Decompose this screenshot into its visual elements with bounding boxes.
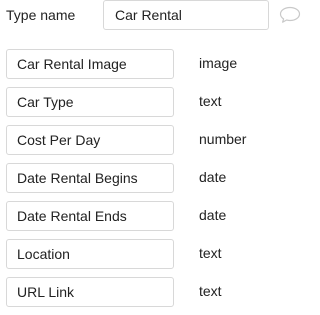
- field-type-label: text: [199, 283, 222, 299]
- type-name-label: Type name: [6, 7, 76, 23]
- field-name-input[interactable]: Cost Per Day: [6, 125, 174, 155]
- field-type-label: date: [199, 207, 227, 223]
- field-list: Car Rental Image image Car Type text Cos…: [0, 49, 310, 315]
- field-type-label: date: [199, 169, 227, 185]
- field-name-input[interactable]: URL Link: [6, 277, 174, 307]
- field-row: Car Type text: [0, 87, 310, 125]
- comment-icon[interactable]: [279, 6, 301, 24]
- field-row: URL Link text: [0, 277, 310, 315]
- field-type-label: text: [199, 93, 222, 109]
- field-name-input[interactable]: Location: [6, 239, 174, 269]
- field-row: Date Rental Ends date: [0, 201, 310, 239]
- field-name-input[interactable]: Car Rental Image: [6, 49, 174, 79]
- field-type-label: number: [199, 131, 247, 147]
- type-name-row: Type name: [0, 0, 310, 32]
- field-row: Car Rental Image image: [0, 49, 310, 87]
- field-name-input[interactable]: Date Rental Ends: [6, 201, 174, 231]
- type-name-input[interactable]: [103, 0, 269, 30]
- field-name-input[interactable]: Car Type: [6, 87, 174, 117]
- field-type-label: image: [199, 55, 238, 71]
- field-type-label: text: [199, 245, 222, 261]
- comment-icon-graphic: [279, 6, 301, 23]
- field-row: Location text: [0, 239, 310, 277]
- field-name-input[interactable]: Date Rental Begins: [6, 163, 174, 193]
- field-row: Cost Per Day number: [0, 125, 310, 163]
- field-row: Date Rental Begins date: [0, 163, 310, 201]
